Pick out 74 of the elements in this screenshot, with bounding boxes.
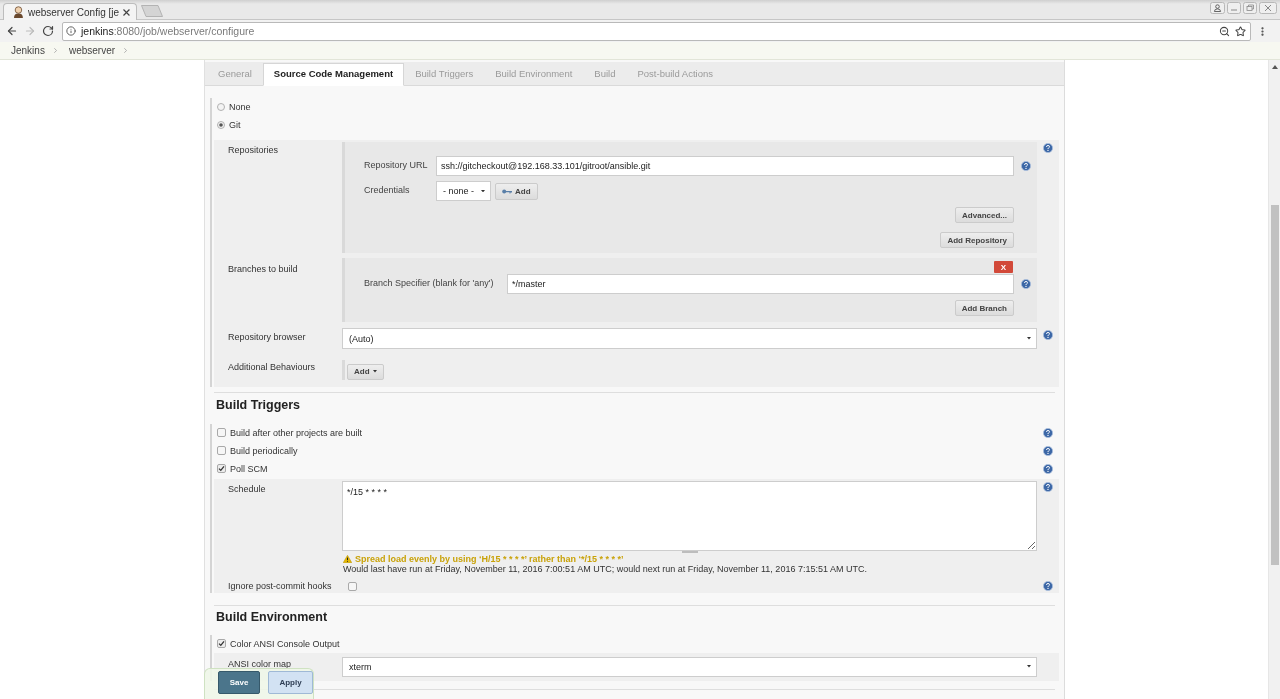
help-icon[interactable] (1020, 279, 1031, 289)
add-repository-button[interactable]: Add Repository (940, 232, 1014, 248)
back-icon[interactable] (6, 25, 18, 37)
radio-button[interactable] (217, 103, 225, 111)
option-label: Git (229, 120, 241, 130)
checkbox[interactable] (217, 464, 226, 473)
key-icon (502, 188, 512, 194)
add-behaviour-button[interactable]: Add (347, 363, 384, 380)
info-icon[interactable] (66, 26, 76, 36)
radio-button[interactable] (217, 121, 225, 129)
caret-icon (372, 370, 377, 373)
add-credentials-button[interactable]: Add (495, 182, 538, 200)
option-label: Poll SCM (230, 463, 268, 474)
checkbox[interactable] (217, 428, 226, 437)
checkbox[interactable] (348, 581, 357, 591)
option-label: Build periodically (230, 445, 298, 456)
address-field[interactable]: jenkins:8080/job/webserver/configure (62, 21, 1251, 41)
caret-up-icon[interactable] (1271, 65, 1278, 69)
field-label: ANSI color map (227, 657, 292, 669)
tab-title: webserver Config [je (27, 6, 120, 18)
browser-tab[interactable]: webserver Config [je (3, 3, 137, 20)
breadcrumb-link[interactable]: webserver (68, 45, 116, 56)
field-label: Additional Behaviours (227, 361, 316, 372)
schedule-field[interactable]: */15 * * * * (342, 480, 1037, 551)
help-icon[interactable] (1043, 427, 1053, 438)
field-label: Schedule (227, 482, 266, 494)
warning-icon (343, 554, 352, 563)
credentials-select[interactable]: - none - (436, 181, 491, 201)
section-title: Build Environment (216, 609, 329, 625)
option-label: None (229, 102, 251, 112)
tab[interactable]: Source Code Management (262, 63, 405, 86)
option-label: Build after other projects are built (230, 427, 363, 438)
url-text: jenkins:8080/job/webserver/configure (81, 25, 256, 37)
person-icon[interactable] (1210, 2, 1225, 14)
help-icon[interactable] (1043, 463, 1053, 474)
caret-icon (481, 189, 485, 193)
reload-icon[interactable] (42, 25, 54, 37)
advanced-button[interactable]: Advanced... (955, 207, 1014, 223)
breadcrumb-link[interactable]: Jenkins (11, 45, 45, 56)
add-branch-button[interactable]: Add Branch (954, 300, 1014, 316)
scrollbar-thumb[interactable] (1270, 205, 1279, 565)
field-label: Ignore post-commit hooks (227, 579, 332, 591)
field-label: Repositories (227, 144, 279, 155)
help-icon[interactable] (1020, 161, 1031, 171)
schedule-info-text: Would last have run at Friday, November 11, 2016 7:00:51 AM UTC; would next run at Friday, November 11, 2016 7:15:51 AM UTC. (343, 564, 867, 574)
caret-icon (1027, 337, 1031, 340)
delete-button[interactable]: X (994, 261, 1013, 273)
apply-button[interactable]: Apply (268, 671, 313, 694)
star-icon[interactable] (1235, 25, 1246, 37)
help-icon[interactable] (1043, 143, 1053, 153)
close-icon[interactable] (123, 8, 130, 16)
color-map-select[interactable]: xterm (342, 656, 1037, 677)
field-label: Credentials (364, 184, 410, 195)
save-button[interactable]: Save (218, 671, 261, 694)
person-icon (13, 6, 24, 18)
checkbox[interactable] (217, 446, 226, 455)
caret-icon (1027, 665, 1031, 668)
checkbox[interactable] (217, 639, 226, 648)
help-icon[interactable] (1043, 445, 1053, 456)
repository-browser-select[interactable]: (Auto) (342, 328, 1037, 349)
resize-grip-icon[interactable] (681, 550, 698, 554)
field-label: Branch Specifier (blank for 'any') (364, 277, 494, 288)
section-title: Build Triggers (216, 397, 302, 413)
warning-text: Spread load evenly by using ‘H/15 * * * *’ rather than ‘*/15 * * * *’ (355, 553, 624, 564)
zoom-out-icon[interactable] (1219, 25, 1230, 37)
help-icon[interactable] (1043, 481, 1053, 492)
repository-url-field[interactable]: ssh://gitcheckout@192.168.33.101/gitroot/ansible.git (436, 156, 1014, 176)
help-icon[interactable] (1043, 330, 1053, 340)
option-label: Color ANSI Console Output (230, 638, 340, 649)
field-label: Branches to build (227, 263, 298, 274)
help-icon[interactable] (1043, 580, 1053, 591)
branch-specifier-field[interactable]: */master (507, 274, 1014, 294)
field-label: Repository browser (227, 331, 306, 342)
field-label: Repository URL (364, 159, 428, 170)
